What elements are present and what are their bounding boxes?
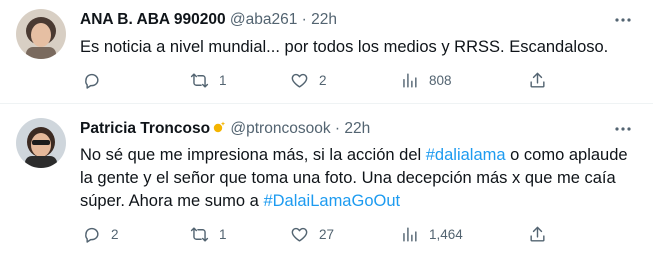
reply-count: 2	[111, 226, 119, 242]
tweet-time[interactable]: 22h	[344, 120, 370, 137]
tweet-text: No sé que me impresiona más, si la acció…	[80, 144, 640, 213]
like-count: 27	[319, 226, 335, 242]
retweet-count: 1	[219, 226, 227, 242]
retweet-button[interactable]: 1	[190, 224, 227, 244]
like-count: 2	[319, 72, 327, 88]
hashtag-link[interactable]: #DalaiLamaGoOut	[263, 192, 400, 210]
reply-button[interactable]: 2	[82, 224, 119, 244]
tweet-time[interactable]: 22h	[311, 11, 337, 28]
separator: ·	[301, 11, 307, 28]
reply-icon	[85, 73, 99, 89]
hashtag-link[interactable]: #dalialama	[426, 146, 506, 164]
tweet-header: ANA B. ABA 990200 @aba261 · 22h	[80, 10, 337, 30]
avatar[interactable]	[16, 9, 66, 59]
share-icon	[530, 226, 545, 242]
tweet-text-part: Es noticia a nivel mundial... por todos …	[80, 38, 609, 56]
author-name[interactable]: ANA B. ABA 990200	[80, 11, 226, 28]
like-button[interactable]: 2	[290, 70, 327, 90]
tweet-header: Patricia Troncoso @ptroncosook · 22h	[80, 119, 370, 139]
share-icon	[530, 72, 545, 88]
views-count: 808	[429, 72, 452, 88]
share-button[interactable]	[528, 70, 547, 90]
like-button[interactable]: 27	[290, 224, 334, 244]
tweet-text-part: No sé que me impresiona más, si la acció…	[80, 146, 426, 164]
retweet-button[interactable]: 1	[190, 70, 227, 90]
like-icon	[291, 227, 308, 242]
separator: ·	[334, 120, 341, 137]
reply-button[interactable]	[82, 70, 111, 90]
share-button[interactable]	[528, 224, 547, 244]
tweet-2[interactable]: Patricia Troncoso @ptroncosook · 22h No …	[0, 104, 653, 260]
sparkle-icon	[212, 120, 226, 134]
reply-icon	[85, 227, 99, 243]
author-name[interactable]: Patricia Troncoso	[80, 120, 210, 137]
more-icon[interactable]	[613, 10, 633, 30]
views-icon	[403, 226, 417, 242]
views-icon	[403, 72, 417, 88]
views-button[interactable]: 1,464	[400, 224, 463, 244]
views-button[interactable]: 808	[400, 70, 452, 90]
author-handle[interactable]: @aba261	[230, 11, 297, 28]
retweet-icon	[190, 72, 209, 88]
retweet-count: 1	[219, 72, 227, 88]
more-icon[interactable]	[613, 119, 633, 139]
tweet-text: Es noticia a nivel mundial... por todos …	[80, 36, 640, 59]
avatar[interactable]	[16, 118, 66, 168]
retweet-icon	[190, 226, 209, 242]
views-count: 1,464	[429, 226, 463, 242]
like-icon	[291, 73, 308, 88]
author-handle[interactable]: @ptroncosook	[230, 120, 330, 137]
tweet-1[interactable]: ANA B. ABA 990200 @aba261 · 22h Es notic…	[0, 0, 653, 102]
